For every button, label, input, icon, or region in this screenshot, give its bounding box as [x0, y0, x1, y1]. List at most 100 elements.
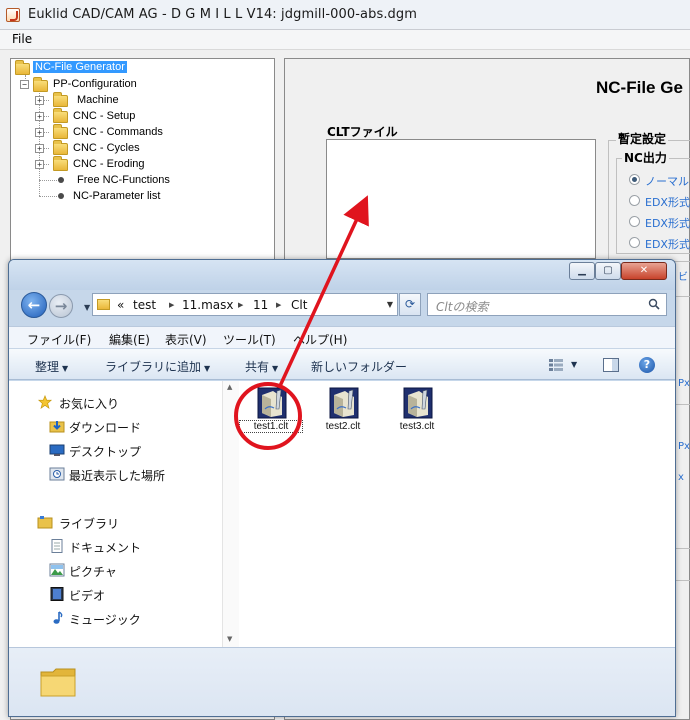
- nav-favorites[interactable]: お気に入り: [59, 395, 119, 412]
- view-options-icon[interactable]: [549, 359, 563, 371]
- help-icon[interactable]: ?: [639, 357, 655, 373]
- recent-pages-dropdown-icon[interactable]: ▼: [84, 303, 90, 312]
- document-icon: [51, 539, 63, 553]
- tree-item-nc-parameter-list[interactable]: NC-Parameter list: [73, 190, 160, 202]
- collapse-icon[interactable]: −: [20, 80, 29, 89]
- address-bar[interactable]: « test ▶ 11.masx ▶ 11 ▶ Clt ▼: [92, 293, 398, 316]
- file-item[interactable]: test1.clt: [239, 387, 303, 447]
- chevron-down-icon: ▼: [272, 364, 279, 373]
- nav-libraries[interactable]: ライブラリ: [59, 515, 119, 532]
- tree-item-machine[interactable]: Machine: [77, 94, 119, 106]
- folder-icon: [53, 124, 68, 139]
- expand-icon[interactable]: +: [35, 96, 44, 105]
- back-button[interactable]: ←: [21, 292, 47, 318]
- nav-downloads[interactable]: ダウンロード: [69, 419, 141, 436]
- chevron-down-icon: ▼: [204, 364, 211, 373]
- search-input[interactable]: Cltの検索: [427, 293, 667, 316]
- nav-recent-places[interactable]: 最近表示した場所: [69, 467, 165, 484]
- file-name[interactable]: test3.clt: [386, 421, 448, 432]
- radio-normal[interactable]: [629, 174, 640, 185]
- address-dropdown-icon[interactable]: ▼: [387, 300, 393, 309]
- add-to-library-button[interactable]: ライブラリに追加 ▼: [105, 358, 210, 375]
- organize-label: 整理: [35, 360, 60, 374]
- breadcrumb-masx[interactable]: 11.masx: [182, 298, 233, 312]
- radio-label-edx-2: EDX形式: [645, 217, 690, 230]
- tree-item-cnc-setup[interactable]: CNC - Setup: [73, 110, 135, 122]
- close-button[interactable]: ✕: [621, 262, 667, 280]
- library-icon: [37, 516, 53, 529]
- breadcrumb-clt[interactable]: Clt: [291, 298, 307, 312]
- menu-edit[interactable]: 編集(E): [109, 331, 150, 348]
- breadcrumb-test[interactable]: test: [133, 298, 156, 312]
- menu-help[interactable]: ヘルプ(H): [293, 331, 347, 348]
- scroll-down-icon[interactable]: ▼: [227, 635, 232, 643]
- preview-pane-icon[interactable]: [603, 358, 619, 372]
- breadcrumb-separator-icon[interactable]: ▶: [238, 301, 243, 309]
- expand-icon[interactable]: +: [35, 112, 44, 121]
- navigation-scrollbar[interactable]: ▲ ▼: [222, 381, 239, 647]
- file-list-area[interactable]: test1.clt test2.clt test3.clt: [239, 381, 675, 647]
- nav-documents[interactable]: ドキュメント: [69, 539, 141, 556]
- folder-icon: [53, 156, 68, 171]
- radio-label-normal: ノーマル: [645, 175, 689, 188]
- radio-edx-2[interactable]: [629, 216, 640, 227]
- navigation-pane: お気に入り ダウンロード デスクトップ 最近表示した場所 ライブラリ ドキュメン…: [9, 381, 227, 647]
- radio-edx-3[interactable]: [629, 237, 640, 248]
- edge-text-fragment: Px: [678, 378, 690, 389]
- forward-button[interactable]: →: [49, 294, 73, 318]
- leaf-bullet-icon: [58, 193, 64, 199]
- app-window-title: Euklid CAD/CAM AG - D G M I L L V14: jdg…: [28, 7, 418, 22]
- expand-icon[interactable]: +: [35, 160, 44, 169]
- star-icon: [37, 395, 53, 409]
- breadcrumb-11[interactable]: 11: [253, 298, 268, 312]
- radio-edx-1[interactable]: [629, 195, 640, 206]
- tree-item-cnc-eroding[interactable]: CNC - Eroding: [73, 158, 145, 170]
- expand-icon[interactable]: +: [35, 144, 44, 153]
- music-icon: [53, 611, 63, 624]
- scroll-up-icon[interactable]: ▲: [227, 383, 232, 391]
- new-folder-button[interactable]: 新しいフォルダー: [311, 358, 407, 375]
- divider: [676, 296, 690, 297]
- search-icon[interactable]: [648, 298, 660, 310]
- menu-file[interactable]: File: [12, 32, 32, 46]
- tree-item-cnc-cycles[interactable]: CNC - Cycles: [73, 142, 140, 154]
- explorer-window: ▁ ▢ ✕ ← → ▼ « test ▶ 11.masx ▶ 11 ▶ Clt …: [8, 259, 676, 717]
- tree-item-cnc-commands[interactable]: CNC - Commands: [73, 126, 163, 138]
- nav-videos[interactable]: ビデオ: [69, 587, 105, 604]
- clt-file-icon: [329, 387, 359, 419]
- maximize-button[interactable]: ▢: [595, 262, 621, 280]
- file-item[interactable]: test2.clt: [312, 387, 374, 447]
- video-icon: [50, 587, 64, 601]
- file-item[interactable]: test3.clt: [386, 387, 448, 447]
- recent-places-icon: [49, 467, 65, 481]
- clt-file-list[interactable]: [326, 139, 596, 259]
- explorer-body: お気に入り ダウンロード デスクトップ 最近表示した場所 ライブラリ ドキュメン…: [9, 381, 675, 716]
- share-button[interactable]: 共有 ▼: [245, 358, 278, 375]
- nav-desktop[interactable]: デスクトップ: [69, 443, 141, 460]
- menu-tools[interactable]: ツール(T): [223, 331, 276, 348]
- java-app-icon: [6, 8, 20, 22]
- file-name[interactable]: test1.clt: [239, 420, 303, 433]
- organize-button[interactable]: 整理 ▼: [35, 358, 68, 375]
- menu-view[interactable]: 表示(V): [165, 331, 207, 348]
- tree-item-nc-file-generator[interactable]: NC-File Generator: [33, 61, 127, 73]
- minimize-button[interactable]: ▁: [569, 262, 595, 280]
- breadcrumb-separator-icon[interactable]: ▶: [169, 301, 174, 309]
- folder-icon: [40, 668, 76, 697]
- app-menu-bar: File: [0, 30, 690, 50]
- nav-pictures[interactable]: ピクチャ: [69, 563, 117, 580]
- refresh-button[interactable]: ⟳: [399, 293, 421, 316]
- menu-file[interactable]: ファイル(F): [27, 331, 91, 348]
- tree-item-pp-configuration[interactable]: PP-Configuration: [53, 78, 137, 90]
- divider: [676, 548, 690, 549]
- file-name[interactable]: test2.clt: [312, 421, 374, 432]
- expand-icon[interactable]: +: [35, 128, 44, 137]
- breadcrumb-overflow[interactable]: «: [117, 298, 124, 312]
- explorer-command-bar: 整理 ▼ ライブラリに追加 ▼ 共有 ▼ 新しいフォルダー ▼ ?: [9, 348, 675, 380]
- nav-music[interactable]: ミュージック: [69, 611, 141, 628]
- folder-icon: [53, 92, 68, 107]
- pictures-icon: [49, 563, 65, 577]
- breadcrumb-separator-icon[interactable]: ▶: [276, 301, 281, 309]
- tree-item-free-nc-functions[interactable]: Free NC-Functions: [77, 174, 170, 186]
- view-options-dropdown-icon[interactable]: ▼: [571, 360, 577, 369]
